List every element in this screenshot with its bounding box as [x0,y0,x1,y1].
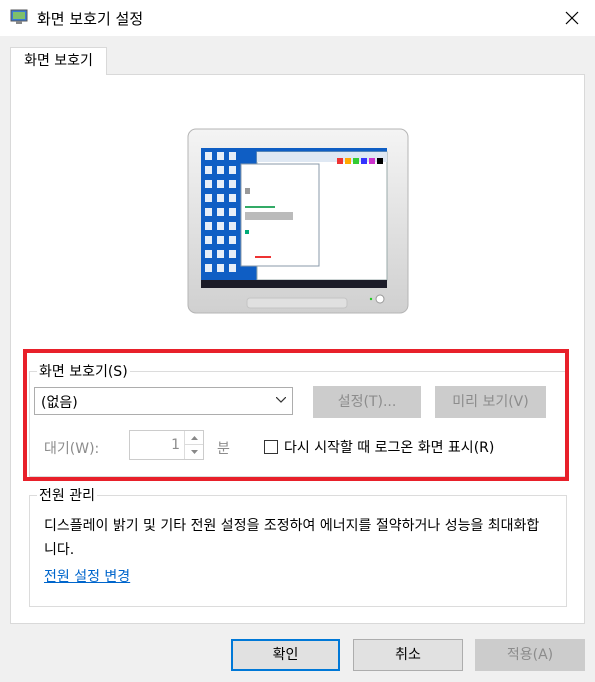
highlight-box [23,349,569,481]
power-settings-link[interactable]: 전원 설정 변경 [44,566,130,586]
screensaver-app-icon [10,9,28,24]
title-bar: 화면 보호기 설정 [0,0,595,36]
window-title: 화면 보호기 설정 [37,10,144,28]
power-group-label: 전원 관리 [37,485,97,505]
apply-button[interactable]: 적용(A) [475,639,585,671]
tab-screensaver[interactable]: 화면 보호기 [10,47,107,75]
ok-button[interactable]: 확인 [231,639,340,671]
close-button[interactable] [549,0,595,36]
cancel-button[interactable]: 취소 [353,639,463,671]
close-icon [565,11,579,25]
monitor-preview [187,128,409,314]
power-description: 디스플레이 밝기 및 기타 전원 설정을 조정하여 에너지를 절약하거나 성능을… [44,518,540,558]
